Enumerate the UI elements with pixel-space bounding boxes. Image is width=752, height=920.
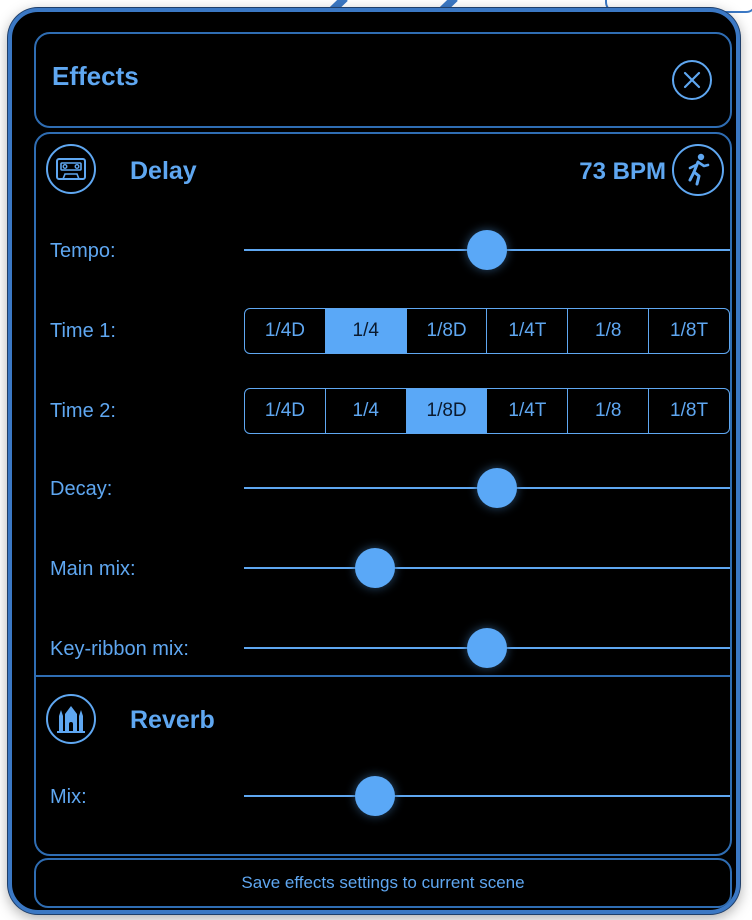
key-ribbon-mix-slider[interactable]	[244, 628, 730, 668]
running-person-icon	[688, 153, 710, 186]
reverb-mix-slider[interactable]	[244, 776, 730, 816]
tempo-label: Tempo:	[50, 240, 116, 262]
slider-thumb[interactable]	[476, 468, 517, 508]
time2-option[interactable]: 1/8D	[406, 389, 488, 433]
time2-option[interactable]: 1/8	[568, 389, 650, 433]
slider-thumb[interactable]	[355, 776, 396, 816]
time1-option[interactable]: 1/8	[568, 309, 650, 353]
save-settings-button[interactable]: Save effects settings to current scene	[34, 858, 732, 908]
time2-option[interactable]: 1/4	[326, 389, 407, 433]
slider-track	[244, 795, 730, 797]
close-icon	[683, 71, 701, 89]
slider-thumb[interactable]	[467, 628, 507, 668]
effects-header: Effects	[34, 32, 732, 128]
delay-title: Delay	[130, 157, 197, 185]
bpm-display: 73 BPM	[579, 158, 666, 185]
time1-option[interactable]: 1/8D	[407, 309, 488, 353]
effects-panel: Effects Delay 73 BPM Tempo: Time 1: 1/4D…	[8, 8, 740, 914]
slider-thumb[interactable]	[467, 230, 507, 270]
reverb-title: Reverb	[130, 706, 215, 734]
reverb-mix-label: Mix:	[50, 786, 87, 808]
delay-section-icon	[46, 144, 96, 194]
tempo-slider[interactable]	[244, 230, 730, 270]
time1-option[interactable]: 1/4D	[245, 309, 326, 353]
section-divider	[36, 675, 730, 677]
time2-option[interactable]: 1/4D	[245, 389, 326, 433]
main-mix-label: Main mix:	[50, 558, 136, 580]
reverb-section-icon	[46, 694, 96, 744]
cassette-tape-icon	[56, 158, 86, 180]
decay-label: Decay:	[50, 478, 113, 500]
main-mix-slider[interactable]	[244, 548, 730, 588]
time1-option[interactable]: 1/4	[325, 309, 407, 353]
time1-label: Time 1:	[50, 320, 116, 342]
time1-segmented-control: 1/4D 1/4 1/8D 1/4T 1/8 1/8T	[244, 308, 730, 354]
slider-track	[244, 567, 730, 569]
time2-label: Time 2:	[50, 400, 116, 422]
time1-option[interactable]: 1/8T	[649, 309, 729, 353]
page-title: Effects	[52, 61, 139, 91]
time1-option[interactable]: 1/4T	[487, 309, 569, 353]
tap-tempo-button[interactable]	[672, 144, 724, 196]
time2-segmented-control: 1/4D 1/4 1/8D 1/4T 1/8 1/8T	[244, 388, 730, 434]
time2-option[interactable]: 1/8T	[649, 389, 729, 433]
decay-slider[interactable]	[244, 468, 730, 508]
time2-option[interactable]: 1/4T	[487, 389, 569, 433]
slider-thumb[interactable]	[355, 548, 396, 588]
key-ribbon-mix-label: Key-ribbon mix:	[50, 638, 189, 660]
cathedral-icon	[57, 706, 85, 733]
close-button[interactable]	[672, 60, 712, 100]
effects-content: Delay 73 BPM Tempo: Time 1: 1/4D 1/4 1/8…	[34, 132, 732, 856]
